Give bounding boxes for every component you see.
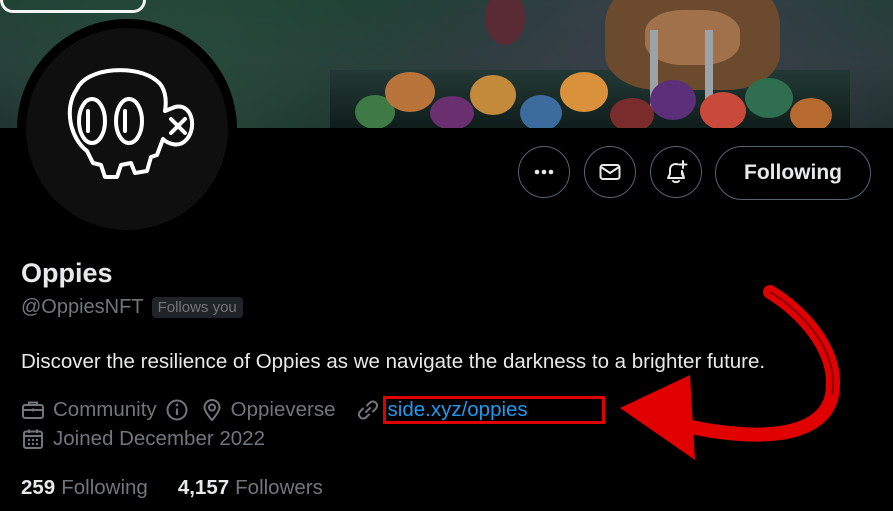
highlight-box — [383, 396, 605, 424]
followers-count: 4,157 — [177, 476, 230, 499]
banner-figure — [485, 0, 525, 45]
more-button[interactable] — [518, 146, 570, 198]
avatar[interactable] — [17, 19, 237, 239]
banner-figure — [700, 92, 746, 128]
category-item: Community — [21, 398, 189, 422]
banner-figure — [745, 78, 793, 118]
notify-button[interactable] — [650, 146, 702, 198]
info-icon[interactable] — [165, 398, 189, 422]
banner-figure — [650, 80, 696, 120]
profile-name: Oppies — [21, 258, 113, 288]
followers-stat-label: Followers — [235, 476, 323, 499]
following-count: 259 — [21, 476, 56, 499]
envelope-icon — [599, 164, 621, 180]
avatar-image — [26, 28, 228, 230]
banner-figure — [790, 98, 832, 128]
profile-handle: @OppiesNFT — [21, 296, 144, 318]
followers-stat[interactable]: 4,157 Followers — [178, 476, 323, 500]
following-stat[interactable]: 259 Following — [21, 476, 148, 500]
banner-figure — [520, 95, 562, 128]
calendar-icon — [23, 429, 43, 449]
more-dots-icon — [534, 169, 554, 175]
location-label: Oppieverse — [230, 398, 336, 421]
following-button[interactable]: Following — [715, 146, 871, 200]
follow-stats: 259 Following 4,157 Followers — [21, 476, 353, 500]
skull-logo-icon — [67, 68, 195, 179]
bell-plus-icon — [667, 160, 688, 184]
location-pin-icon — [203, 398, 221, 422]
link-icon — [357, 400, 378, 420]
location-item: Oppieverse — [201, 398, 336, 422]
follows-you-badge: Follows you — [151, 297, 243, 318]
banner-figure — [470, 75, 516, 115]
joined-label: Joined December 2022 — [53, 427, 265, 450]
banner-figure — [385, 72, 435, 112]
message-button[interactable] — [584, 146, 636, 198]
handle-row: @OppiesNFT Follows you — [21, 296, 243, 319]
banner-decoration — [0, 0, 146, 13]
joined-item: Joined December 2022 — [21, 427, 265, 451]
joined-row: Joined December 2022 — [21, 427, 265, 451]
annotation-arrow-icon — [620, 285, 841, 460]
category-label: Community — [53, 398, 157, 421]
banner-figure — [430, 96, 474, 128]
banner-figure — [560, 72, 608, 112]
banner-figure — [610, 98, 654, 128]
banner-creature — [605, 0, 780, 90]
briefcase-icon — [22, 401, 44, 419]
following-stat-label: Following — [61, 476, 148, 499]
